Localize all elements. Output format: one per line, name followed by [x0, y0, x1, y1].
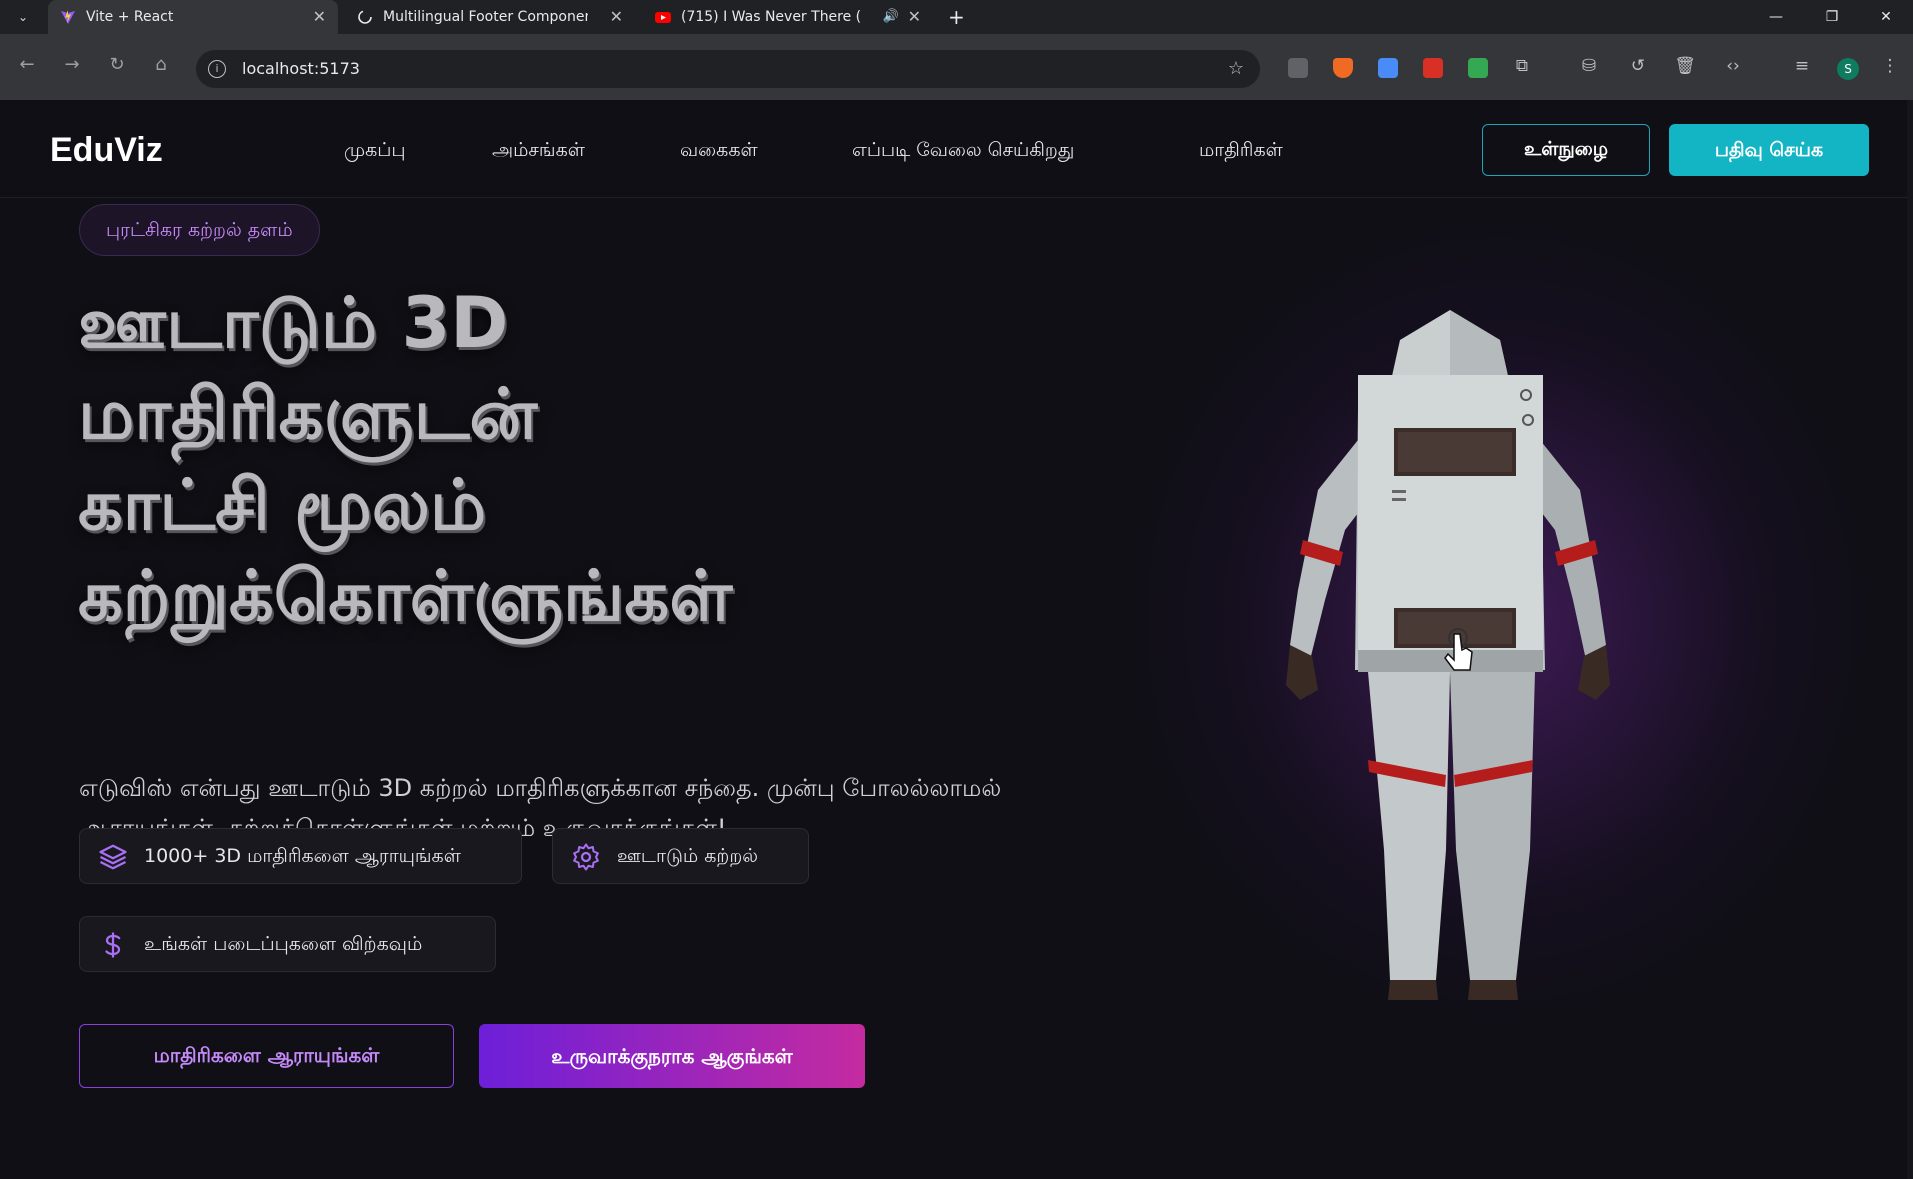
close-icon[interactable]: ✕	[908, 0, 921, 34]
hero-title: ஊடாடும் 3D மாதிரிகளுடன் காட்சி மூலம் கற்…	[78, 278, 1058, 642]
close-icon[interactable]: ✕	[313, 0, 326, 34]
become-creator-button[interactable]: உருவாக்குநராக ஆகுங்கள்	[479, 1024, 865, 1088]
forward-arrow-icon[interactable]: →	[59, 54, 85, 75]
incognito-icon[interactable]: ⛁	[1577, 56, 1601, 76]
feature-sell: உங்கள் படைப்புகளை விற்கவும்	[79, 916, 496, 972]
extension-cards-icon[interactable]	[1288, 58, 1308, 78]
tab-title: (715) I Was Never There (Mi	[681, 9, 861, 25]
page-scrollbar[interactable]	[1907, 100, 1913, 1179]
history-icon[interactable]: ↺	[1626, 56, 1650, 76]
browser-window: ⌄ Vite + React ✕ Multilingual Footer Com…	[0, 0, 1913, 1179]
page-viewport: EduViz முகப்பு அம்சங்கள் வகைகள் எப்படி வ…	[0, 100, 1913, 1179]
layers-icon	[99, 844, 127, 870]
tab-strip: ⌄ Vite + React ✕ Multilingual Footer Com…	[0, 0, 1913, 34]
hero-title-line: ஊடாடும் 3D	[78, 282, 509, 364]
address-bar[interactable]: i localhost:5173 ☆	[196, 50, 1260, 88]
youtube-icon	[655, 12, 671, 23]
nav-how-it-works[interactable]: எப்படி வேலை செய்கிறது	[852, 100, 1074, 200]
back-arrow-icon[interactable]: ←	[14, 54, 40, 75]
feature-label: 1000+ 3D மாதிரிகளை ஆராயுங்கள்	[144, 845, 461, 867]
feature-label: உங்கள் படைப்புகளை விற்கவும்	[144, 933, 423, 955]
gear-icon	[573, 843, 599, 871]
browser-toolbar: ← → ↻ ⌂ i localhost:5173 ☆ ⧉ ⛁ ↺ 🗑 ‹› ≡ …	[0, 34, 1913, 100]
window-close-icon[interactable]: ✕	[1863, 0, 1909, 34]
extension-puzzle-red-icon[interactable]	[1423, 58, 1443, 78]
close-icon[interactable]: ✕	[610, 0, 623, 34]
site-header: EduViz முகப்பு அம்சங்கள் வகைகள் எப்படி வ…	[0, 100, 1913, 198]
minimize-icon[interactable]: —	[1753, 0, 1799, 34]
home-icon[interactable]: ⌂	[148, 54, 174, 75]
tab-multilingual-footer[interactable]: Multilingual Footer Component ✕	[345, 0, 635, 34]
hero-title-line: மாதிரிகளுடன்	[78, 373, 538, 455]
signup-button[interactable]: பதிவு செய்க	[1669, 124, 1869, 176]
profile-avatar[interactable]: S	[1837, 58, 1859, 80]
bookmark-star-icon[interactable]: ☆	[1228, 50, 1244, 88]
feature-label: ஊடாடும் கற்றல்	[617, 845, 759, 867]
hero-title-line: கற்றுக்கொள்ளுங்கள்	[78, 555, 733, 637]
extensions-puzzle-icon[interactable]: ⧉	[1510, 56, 1534, 76]
restore-icon[interactable]: ❐	[1809, 0, 1855, 34]
dollar-icon	[105, 932, 121, 958]
tab-search-icon[interactable]: ⌄	[8, 6, 38, 28]
new-tab-plus-icon[interactable]: +	[948, 0, 965, 34]
tab-title: Multilingual Footer Component	[383, 9, 588, 25]
site-logo[interactable]: EduViz	[50, 100, 163, 200]
nav-features[interactable]: அம்சங்கள்	[492, 100, 585, 200]
trash-icon[interactable]: 🗑	[1673, 56, 1697, 76]
kebab-menu-icon[interactable]: ⋮	[1878, 56, 1902, 76]
extension-sheet-icon[interactable]	[1468, 58, 1488, 78]
url-text[interactable]: localhost:5173	[242, 50, 360, 88]
loading-icon	[358, 10, 372, 24]
nav-models[interactable]: மாதிரிகள்	[1199, 100, 1283, 200]
speaker-icon[interactable]: 🔊	[883, 0, 899, 34]
tab-youtube[interactable]: (715) I Was Never There (Mi 🔊 ✕	[643, 0, 933, 34]
nav-home[interactable]: முகப்பு	[344, 100, 406, 200]
explore-models-button[interactable]: மாதிரிகளை ஆராயுங்கள்	[79, 1024, 454, 1088]
login-button[interactable]: உள்நுழை	[1482, 124, 1650, 176]
reload-icon[interactable]: ↻	[104, 54, 130, 75]
astronaut-3d-model[interactable]	[1240, 290, 1660, 1070]
tab-title: Vite + React	[86, 9, 174, 25]
hero-title-line: காட்சி மூலம்	[78, 464, 487, 546]
tab-vite-react[interactable]: Vite + React ✕	[48, 0, 338, 34]
hero-badge: புரட்சிகர கற்றல் தளம்	[79, 204, 320, 256]
extension-docs-icon[interactable]	[1378, 58, 1398, 78]
brave-shield-icon[interactable]	[1333, 58, 1353, 78]
feature-models: 1000+ 3D மாதிரிகளை ஆராயுங்கள்	[79, 828, 522, 884]
vite-icon	[61, 10, 75, 24]
code-icon[interactable]: ‹›	[1721, 56, 1745, 76]
site-info-icon[interactable]: i	[208, 60, 226, 78]
feature-interactive: ஊடாடும் கற்றல்	[552, 828, 809, 884]
nav-categories[interactable]: வகைகள்	[680, 100, 758, 200]
media-queue-icon[interactable]: ≡	[1790, 56, 1814, 76]
